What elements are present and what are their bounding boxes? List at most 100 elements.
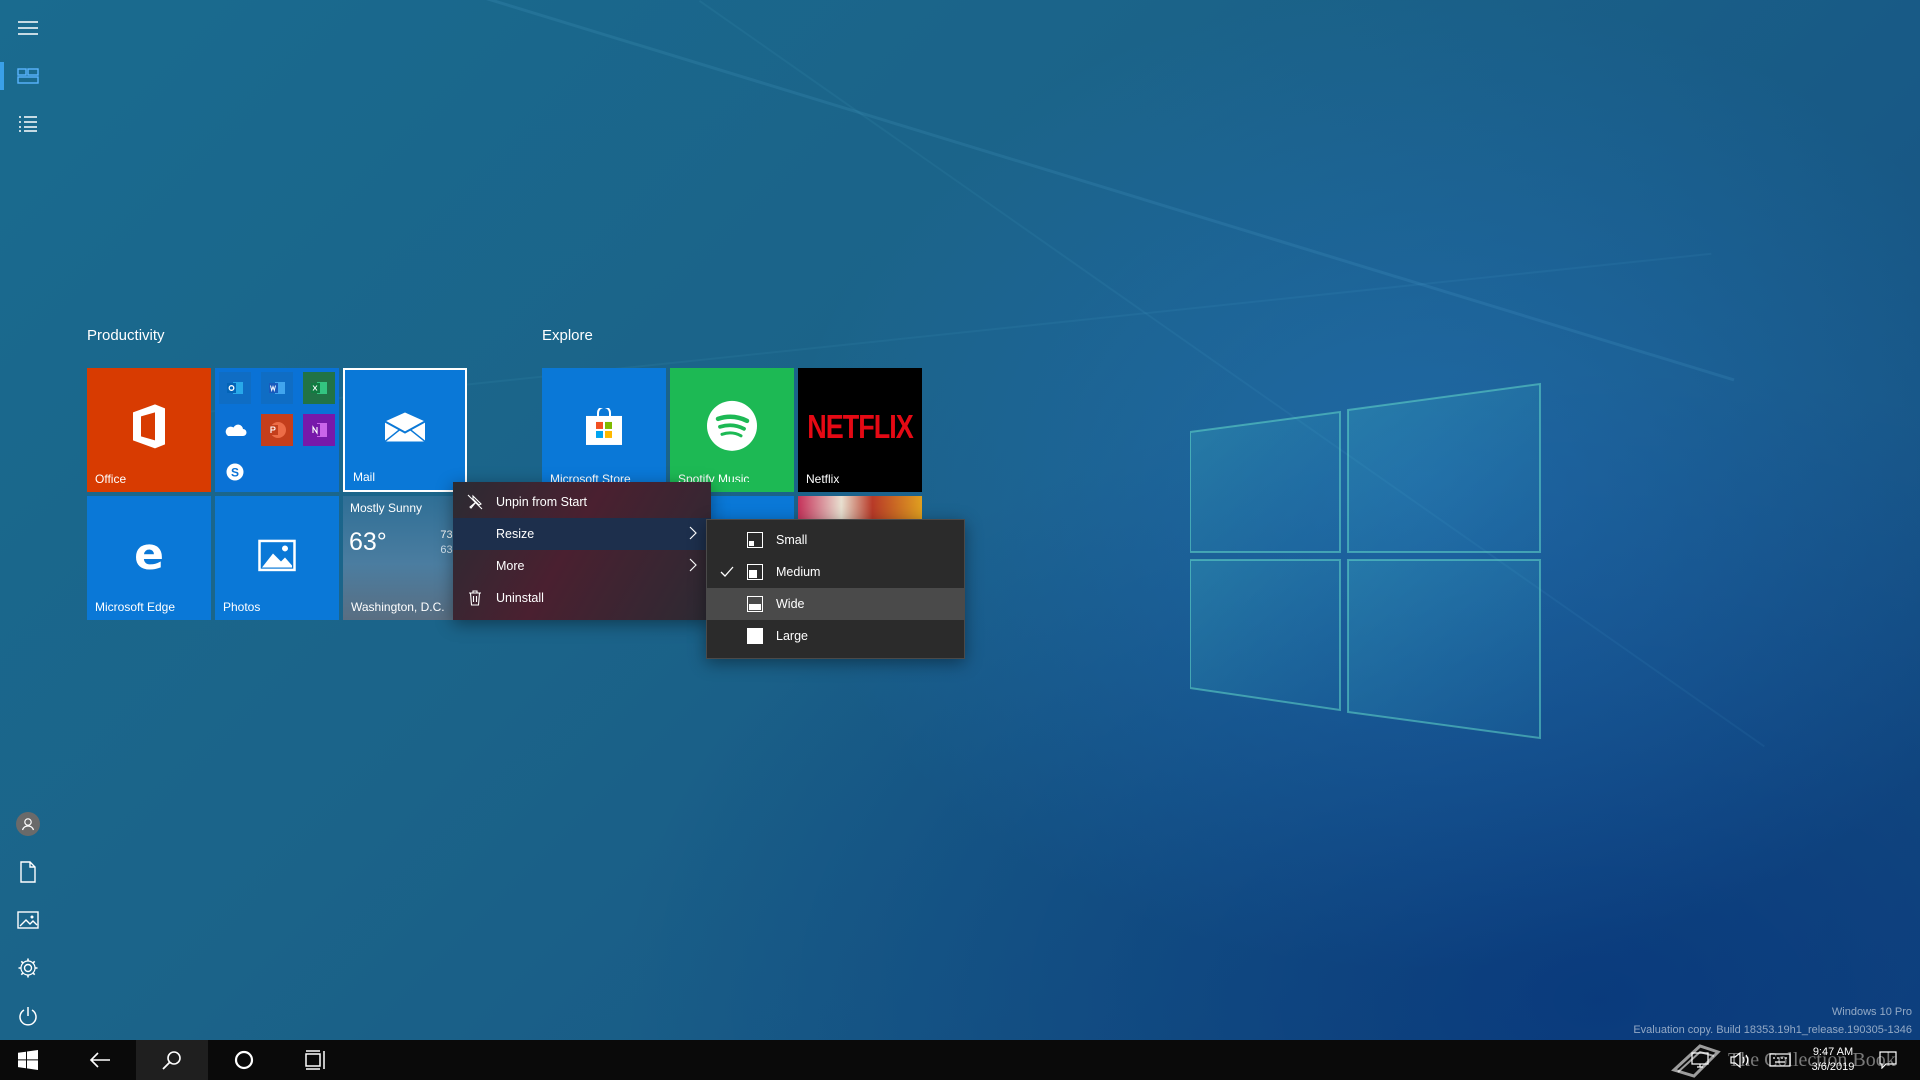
skype-mini-tile[interactable]: S: [219, 456, 251, 488]
all-apps-list-icon: [19, 116, 37, 132]
menu-item-label: More: [496, 559, 525, 573]
documents-button[interactable]: [0, 848, 56, 896]
tile-label: Netflix: [806, 472, 840, 486]
tile-label: Microsoft Edge: [95, 600, 176, 614]
menu-item-label: Unpin from Start: [496, 495, 588, 509]
resize-option-medium[interactable]: Medium: [707, 556, 964, 588]
settings-gear-icon: [18, 958, 38, 978]
back-button[interactable]: [64, 1040, 136, 1080]
settings-button[interactable]: [0, 944, 56, 992]
windows-start-icon: [18, 1050, 38, 1070]
notification-icon: [1879, 1051, 1897, 1069]
outlook-icon: [227, 382, 243, 394]
tile-weather[interactable]: Mostly Sunny 63° 73° 63° Washington, D.C…: [343, 496, 467, 620]
size-wide-icon: [747, 596, 763, 612]
onenote-mini-tile[interactable]: [303, 414, 335, 446]
group-title-explore[interactable]: Explore: [542, 327, 593, 344]
hamburger-menu-button[interactable]: [0, 4, 56, 52]
menu-item-label: Large: [776, 629, 808, 643]
resize-option-wide[interactable]: Wide: [707, 588, 964, 620]
trash-icon: [467, 590, 483, 606]
cortana-circle-icon: [234, 1050, 254, 1070]
tile-netflix[interactable]: NETFLIX Netflix: [798, 368, 922, 492]
user-account-button[interactable]: [0, 800, 56, 848]
keyboard-icon: [1769, 1053, 1791, 1067]
chevron-right-icon: [689, 558, 697, 575]
weather-temperature: 63°: [349, 528, 387, 556]
windows-logo-wallpaper: [1190, 382, 1541, 740]
cortana-button[interactable]: [208, 1040, 280, 1080]
excel-mini-tile[interactable]: [303, 372, 335, 404]
menu-item-more[interactable]: More: [453, 550, 711, 582]
resize-submenu: Small Medium Wide Large: [706, 519, 965, 659]
size-medium-icon: [747, 564, 763, 580]
tile-microsoft-edge[interactable]: e Microsoft Edge: [87, 496, 211, 620]
checkmark-icon: [719, 564, 735, 580]
build-watermark: Evaluation copy. Build 18353.19h1_releas…: [1633, 1024, 1912, 1036]
onedrive-mini-tile[interactable]: [219, 414, 251, 446]
task-view-button[interactable]: [280, 1040, 352, 1080]
tiles-view-icon: [17, 68, 39, 84]
user-avatar-icon: [16, 812, 40, 836]
chevron-right-icon: [689, 526, 697, 543]
menu-item-label: Resize: [496, 527, 535, 541]
task-view-icon: [305, 1050, 325, 1070]
skype-icon: S: [226, 463, 244, 481]
menu-item-uninstall[interactable]: Uninstall: [453, 582, 711, 614]
menu-item-label: Uninstall: [496, 591, 544, 605]
menu-item-resize[interactable]: Resize: [453, 518, 711, 550]
powerpoint-icon: [268, 422, 286, 438]
tile-office[interactable]: Office: [87, 368, 211, 492]
power-icon: [19, 1007, 37, 1026]
group-title-productivity[interactable]: Productivity: [87, 327, 165, 344]
clock-date: 3/6/2019: [1811, 1061, 1855, 1073]
pictures-icon: [17, 911, 39, 929]
onedrive-icon: [225, 424, 247, 436]
outlook-mini-tile[interactable]: [219, 372, 251, 404]
edge-logo-icon: e: [134, 535, 164, 575]
tile-label: Office: [95, 472, 127, 486]
tile-mail[interactable]: Mail: [343, 368, 467, 492]
size-large-icon: [747, 628, 763, 644]
unpin-icon: [467, 494, 483, 510]
word-mini-tile[interactable]: [261, 372, 293, 404]
resize-option-large[interactable]: Large: [707, 620, 964, 652]
edition-watermark: Windows 10 Pro: [1831, 1006, 1912, 1018]
tray-clock[interactable]: 9:47 AM 3/6/2019: [1802, 1040, 1864, 1080]
resize-option-small[interactable]: Small: [707, 524, 964, 556]
size-small-icon: [747, 532, 763, 548]
pictures-button[interactable]: [0, 896, 56, 944]
powerpoint-mini-tile[interactable]: [261, 414, 293, 446]
tile-context-menu: Unpin from Start Resize More Uninstall: [453, 482, 711, 620]
start-button[interactable]: [0, 1040, 56, 1080]
tray-action-center[interactable]: [1870, 1040, 1906, 1080]
network-icon: [1691, 1052, 1709, 1068]
tray-volume[interactable]: [1724, 1040, 1756, 1080]
menu-item-unpin[interactable]: Unpin from Start: [453, 486, 711, 518]
tray-network[interactable]: [1684, 1040, 1716, 1080]
tile-office-apps-folder[interactable]: S: [215, 368, 339, 492]
tile-microsoft-store[interactable]: Microsoft Store: [542, 368, 666, 492]
taskbar: 9:47 AM 3/6/2019: [0, 1040, 1920, 1080]
volume-icon: [1730, 1052, 1749, 1068]
word-icon: [269, 382, 285, 394]
hamburger-menu-icon: [18, 21, 38, 35]
tile-photos[interactable]: Photos: [215, 496, 339, 620]
store-bag-icon: [586, 407, 622, 445]
tiles-view-button[interactable]: [0, 52, 56, 100]
all-apps-button[interactable]: [0, 100, 56, 148]
tile-label: Photos: [223, 600, 261, 614]
clock-time: 9:47 AM: [1812, 1046, 1854, 1058]
menu-item-label: Small: [776, 533, 808, 547]
office-logo-icon: [133, 404, 165, 449]
menu-item-label: Wide: [776, 597, 805, 611]
power-button[interactable]: [0, 992, 56, 1040]
tray-input-keyboard[interactable]: [1764, 1040, 1796, 1080]
start-rail: [0, 0, 56, 1040]
weather-location: Washington, D.C.: [351, 600, 445, 614]
mail-envelope-icon: [384, 412, 426, 443]
search-button[interactable]: [136, 1040, 208, 1080]
spotify-logo-icon: [707, 400, 757, 451]
menu-item-label: Medium: [776, 565, 821, 579]
tile-spotify[interactable]: Spotify Music: [670, 368, 794, 492]
